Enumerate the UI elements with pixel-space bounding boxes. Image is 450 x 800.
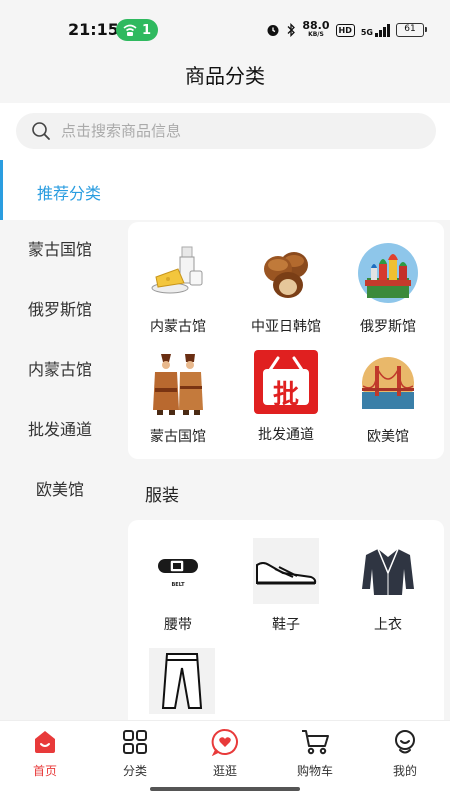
golden-gate-bridge-icon — [355, 350, 421, 416]
grid-item-label: 批发通道 — [258, 427, 314, 443]
nav-mine-label: 我的 — [392, 764, 417, 778]
search-icon — [32, 122, 50, 140]
signal-bars-icon — [375, 23, 390, 37]
grid-item-label: 欧美馆 — [367, 429, 409, 445]
sidebar-item-inner-mongolia[interactable]: 内蒙古馆 — [0, 340, 120, 400]
dairy-icon — [145, 240, 211, 306]
tab-recommend-label: 推荐分类 — [37, 184, 102, 203]
grid-item-central-asia-jpkr[interactable]: 中亚日韩馆 — [236, 240, 336, 340]
signal-indicator: 5G — [360, 23, 390, 37]
home-indicator[interactable] — [150, 787, 300, 791]
recommend-grid: 内蒙古馆 中亚日韩馆 俄罗斯馆 蒙古国馆 批 批发通道 欧美馆 — [128, 222, 444, 459]
belt-icon-text: BELT — [171, 582, 185, 588]
sidebar-item-russia[interactable]: 俄罗斯馆 — [0, 280, 120, 340]
alarm-icon — [267, 25, 279, 36]
grid-item-tops[interactable]: 上衣 — [338, 538, 438, 638]
hotspot-count: 1 — [141, 22, 152, 38]
network-speed: 88.0 KB/S — [302, 19, 330, 38]
battery-level: 61 — [404, 24, 416, 34]
network-type: 5G — [360, 27, 373, 37]
category-grid-icon — [120, 727, 150, 757]
wifi-hotspot-icon — [123, 24, 137, 36]
sidebar-item-mongolia[interactable]: 蒙古国馆 — [0, 220, 120, 280]
heart-bubble-icon — [210, 727, 240, 757]
belt-icon: BELT — [145, 538, 211, 604]
nav-category[interactable]: 分类 — [100, 727, 170, 787]
nav-home[interactable]: 首页 — [10, 727, 80, 787]
kremlin-icon — [355, 240, 421, 306]
grid-item-label: 鞋子 — [272, 617, 300, 633]
nav-cart-label: 购物车 — [296, 764, 333, 778]
grid-item-inner-mongolia[interactable]: 内蒙古馆 — [128, 240, 228, 340]
clothing-grid: BELT 腰带 鞋子 上衣 — [128, 520, 444, 730]
hd-badge: HD — [335, 23, 355, 37]
status-time: 21:15 — [68, 20, 119, 39]
wholesale-badge-char: 批 — [272, 380, 299, 410]
cart-icon — [300, 727, 330, 757]
grid-item-label: 腰带 — [164, 617, 192, 633]
profile-icon — [390, 727, 420, 757]
grid-item-label: 俄罗斯馆 — [360, 319, 416, 335]
category-sidebar: 蒙古国馆 俄罗斯馆 内蒙古馆 批发通道 欧美馆 — [0, 220, 120, 720]
nav-cart[interactable]: 购物车 — [280, 727, 350, 787]
grid-item-belt[interactable]: BELT 腰带 — [128, 538, 228, 638]
grid-item-label: 内蒙古馆 — [150, 319, 206, 335]
sidebar-item-europe-america[interactable]: 欧美馆 — [0, 460, 120, 520]
grid-item-shoes[interactable]: 鞋子 — [236, 538, 336, 638]
sidebar-item-wholesale[interactable]: 批发通道 — [0, 400, 120, 460]
active-tab-indicator — [0, 160, 3, 220]
grid-item-europe-america[interactable]: 欧美馆 — [338, 350, 438, 450]
nav-category-label: 分类 — [122, 764, 147, 778]
grid-item-label: 中亚日韩馆 — [251, 319, 321, 335]
grid-item-label: 上衣 — [374, 617, 402, 633]
hazelnut-icon — [253, 240, 319, 306]
pants-icon — [149, 648, 215, 714]
bluetooth-icon — [287, 23, 296, 37]
nav-browse-label: 逛逛 — [212, 764, 237, 778]
jacket-icon — [355, 538, 421, 604]
status-bar: 21:15 1 88.0 KB/S HD 5G 61 — [0, 0, 450, 56]
nav-home-label: 首页 — [32, 764, 57, 778]
shoe-icon — [253, 538, 319, 604]
grid-item-label: 蒙古国馆 — [150, 429, 206, 445]
section-title-clothing: 服装 — [145, 486, 179, 506]
grid-item-mongolia[interactable]: 蒙古国馆 — [128, 350, 228, 450]
nav-mine[interactable]: 我的 — [370, 727, 440, 787]
search-input[interactable] — [61, 122, 401, 140]
hotspot-badge: 1 — [116, 19, 158, 41]
page-title: 商品分类 — [185, 64, 265, 88]
nav-browse[interactable]: 逛逛 — [190, 727, 260, 787]
grid-item-wholesale[interactable]: 批 批发通道 — [236, 350, 336, 450]
search-box[interactable] — [16, 113, 436, 149]
home-icon — [30, 727, 60, 757]
battery-icon: 61 — [396, 23, 427, 37]
tab-recommend[interactable]: 推荐分类 — [0, 160, 450, 220]
search-bar — [0, 103, 450, 160]
mongolian-costume-icon — [145, 350, 211, 416]
wholesale-basket-icon: 批 — [254, 350, 318, 414]
grid-item-russia[interactable]: 俄罗斯馆 — [338, 240, 438, 340]
